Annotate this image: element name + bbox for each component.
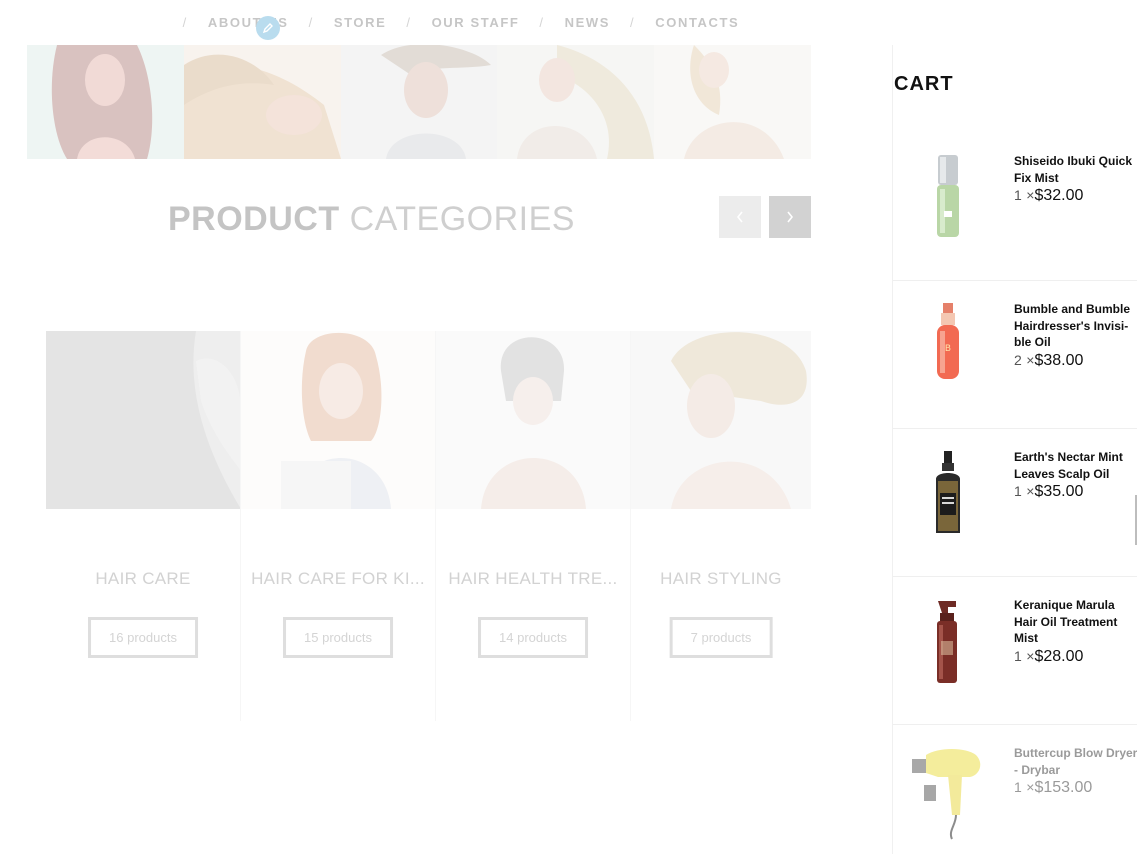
cart-item-qty: 1 [1014, 779, 1022, 795]
category-image [46, 331, 240, 509]
cart-item-price: 1 ×$28.00 [1014, 648, 1083, 666]
category-card[interactable]: HAIR STYLING 7 products [631, 331, 811, 721]
cart-item-name[interactable]: Buttercup Blow Dryer - Drybar [1014, 745, 1137, 778]
category-count-button[interactable]: 7 products [669, 617, 773, 658]
cart-item-name[interactable]: Keranique Marula Hair Oil Treatment Mist [1014, 597, 1137, 647]
cart-item[interactable]: Earth's Nectar Mint Leaves Scalp Oil 1 ×… [893, 429, 1137, 577]
category-image [631, 331, 811, 509]
product-thumbnail: B [903, 301, 993, 401]
category-name: HAIR CARE FOR KI... [251, 569, 425, 588]
category-count-button[interactable]: 15 products [283, 617, 393, 658]
nav-item-store[interactable]: STORE [334, 15, 387, 30]
cart-item-qty: 1 [1014, 483, 1022, 499]
pencil-icon[interactable] [256, 16, 280, 40]
category-name: HAIR HEALTH TRE... [448, 569, 618, 588]
hero-photo-strip [27, 45, 811, 159]
chevron-right-icon [787, 211, 794, 223]
cart-item-name[interactable]: Earth's Nectar Mint Leaves Scalp Oil [1014, 449, 1137, 482]
cart-item-amount: $28.00 [1034, 648, 1084, 665]
product-thumbnail [903, 597, 993, 697]
cart-item[interactable]: Keranique Marula Hair Oil Treatment Mist… [893, 577, 1137, 725]
cart-item-amount: $35.00 [1034, 483, 1084, 500]
category-count-button[interactable]: 14 products [478, 617, 588, 658]
product-thumbnail [898, 745, 998, 845]
nav-separator: / [182, 15, 188, 30]
nav-separator: / [406, 15, 412, 30]
hero-photo [183, 45, 341, 159]
cart-item[interactable]: B Bumble and Bumble Hairdresser's Invisi… [893, 281, 1137, 429]
svg-text:B: B [945, 344, 951, 354]
carousel-next-button[interactable] [769, 196, 811, 238]
cart-item-qty: 1 [1014, 187, 1022, 203]
product-thumbnail [903, 449, 993, 549]
category-image [241, 331, 435, 509]
nav-separator: / [630, 15, 636, 30]
section-title-bold: PRODUCT [168, 200, 340, 238]
hero-photo [654, 45, 811, 159]
hero-photo [27, 45, 184, 159]
category-name: HAIR STYLING [660, 569, 782, 588]
cart-item-qty: 1 [1014, 648, 1022, 664]
category-card[interactable]: HAIR CARE 16 products [46, 331, 241, 721]
top-navigation: / ABOUT US / STORE / OUR STAFF / NEWS / … [0, 0, 892, 45]
nav-item-news[interactable]: NEWS [565, 15, 610, 30]
section-title-light: CATEGORIES [349, 200, 575, 238]
category-card[interactable]: HAIR CARE FOR KI... 15 products [241, 331, 436, 721]
cart-panel: CART Shiseido Ibuki Quick Fix Mist 1 ×$3… [892, 45, 1137, 854]
cart-item-list: Shiseido Ibuki Quick Fix Mist 1 ×$32.00 … [893, 133, 1137, 854]
cart-item-price: 1 ×$32.00 [1014, 187, 1083, 205]
cart-item-price: 1 ×$35.00 [1014, 483, 1083, 501]
nav-item-our-staff[interactable]: OUR STAFF [432, 15, 520, 30]
cart-item-amount: $38.00 [1034, 352, 1084, 369]
carousel-prev-button[interactable] [719, 196, 761, 238]
nav-separator: / [308, 15, 314, 30]
cart-item-amount: $153.00 [1034, 779, 1093, 796]
cart-item-qty: 2 [1014, 352, 1022, 368]
category-name: HAIR CARE [95, 569, 191, 588]
cart-item[interactable]: Shiseido Ibuki Quick Fix Mist 1 ×$32.00 [893, 133, 1137, 281]
category-grid: HAIR CARE 16 products HAIR CARE FOR KI..… [46, 331, 811, 721]
cart-item-price: 1 ×$153.00 [1014, 779, 1092, 797]
cart-item-price: 2 ×$38.00 [1014, 352, 1083, 370]
chevron-left-icon [736, 211, 743, 223]
category-image [436, 331, 630, 509]
category-count-button[interactable]: 16 products [88, 617, 198, 658]
cart-item[interactable]: Buttercup Blow Dryer - Drybar 1 ×$153.00 [893, 725, 1137, 854]
cart-item-amount: $32.00 [1034, 187, 1084, 204]
hero-photo [340, 45, 498, 159]
cart-title: CART [894, 73, 954, 95]
cart-item-name[interactable]: Shiseido Ibuki Quick Fix Mist [1014, 153, 1137, 186]
section-title: PRODUCT CATEGORIES [168, 200, 575, 239]
nav-item-contacts[interactable]: CONTACTS [655, 15, 739, 30]
cart-item-name[interactable]: Bumble and Bumble Hairdresser's Invisi-b… [1014, 301, 1137, 351]
hero-photo [497, 45, 655, 159]
category-card[interactable]: HAIR HEALTH TRE... 14 products [436, 331, 631, 721]
nav-separator: / [539, 15, 545, 30]
product-thumbnail [903, 153, 993, 253]
